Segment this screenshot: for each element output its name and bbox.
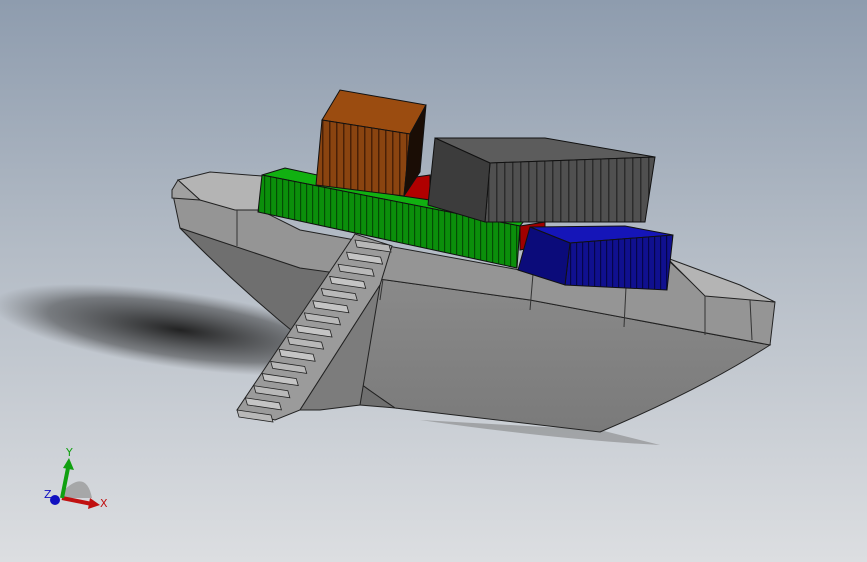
x-axis-arrow: [61, 496, 93, 506]
gray-container[interactable]: [427, 137, 656, 223]
z-axis-label: Z: [44, 488, 52, 501]
x-axis-arrowhead: [88, 498, 100, 509]
reference-triad: X Y Z: [44, 446, 108, 510]
y-axis-arrowhead: [63, 458, 74, 470]
graphics-viewport[interactable]: X Y Z: [0, 0, 867, 562]
orange-container[interactable]: [315, 89, 427, 197]
y-axis-label: Y: [65, 446, 73, 459]
x-axis-label: X: [100, 497, 108, 510]
model-scene[interactable]: X Y Z: [0, 0, 867, 562]
